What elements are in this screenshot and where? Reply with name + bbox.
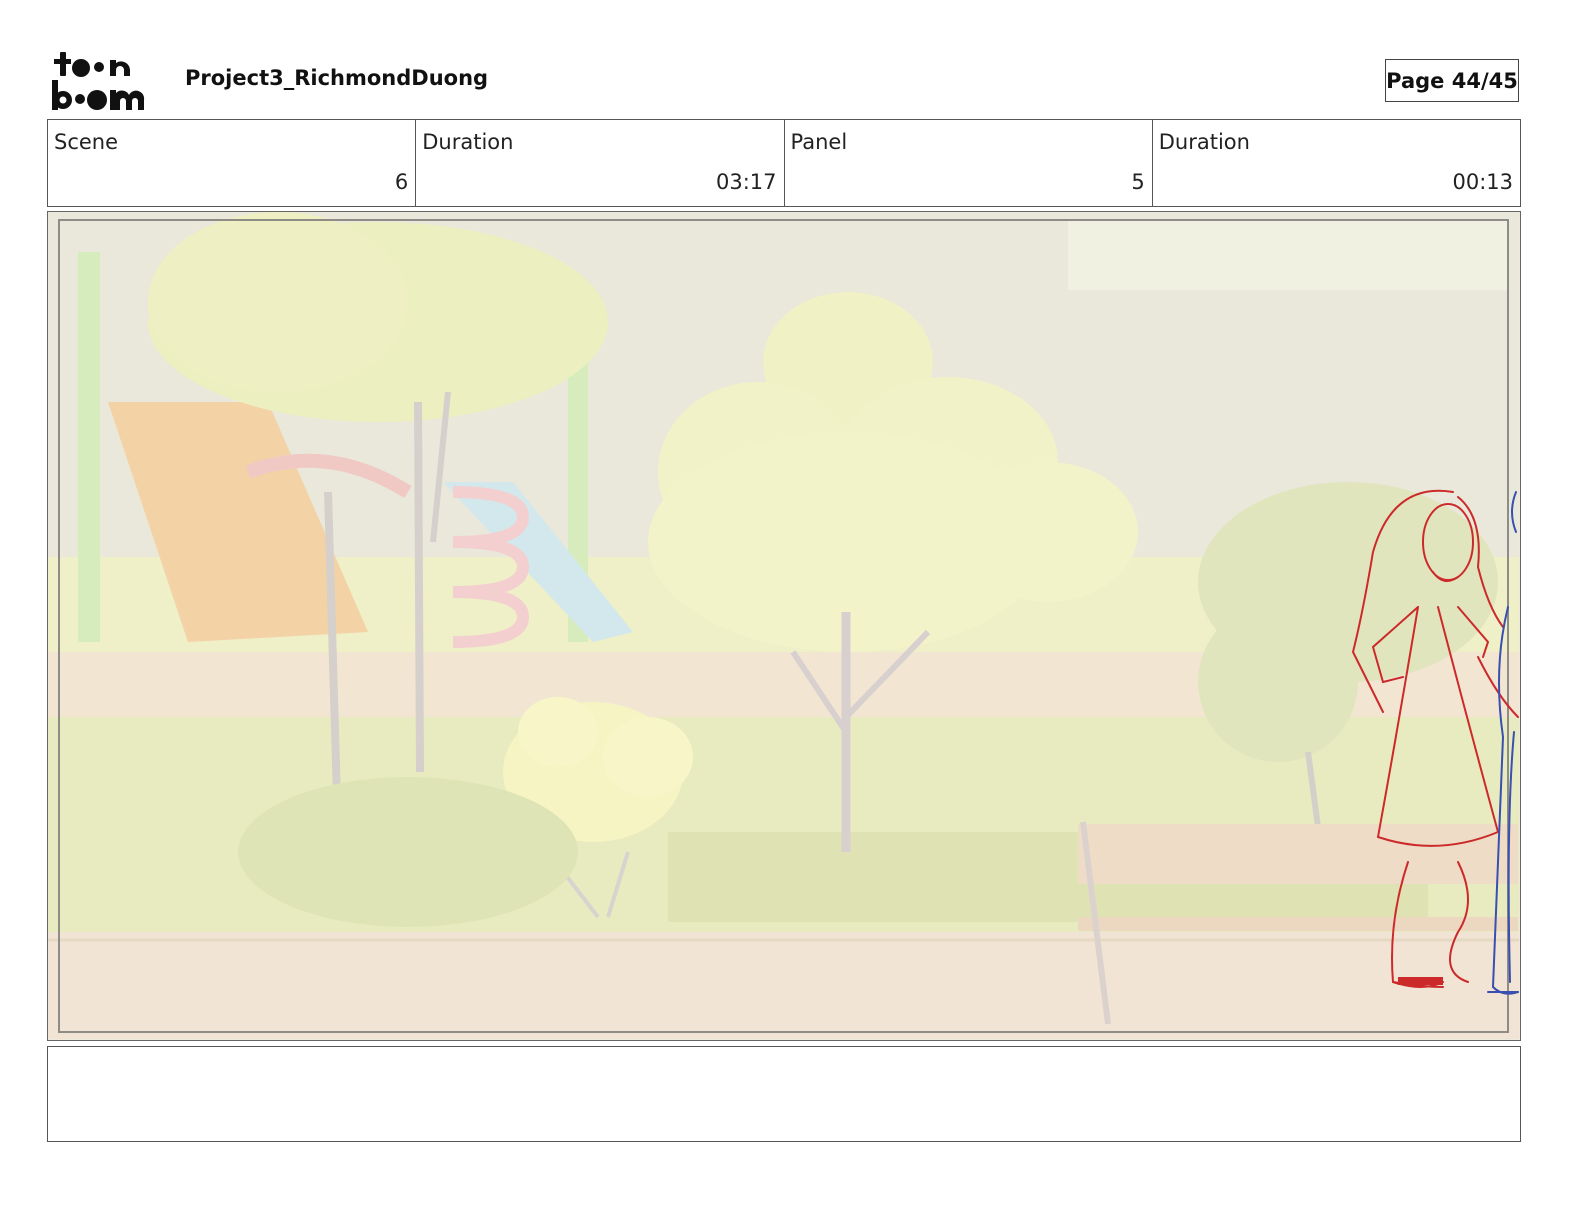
panel-duration-label: Duration <box>1158 130 1250 154</box>
scene-info-table: Scene 6 Duration 03:17 Panel 5 Duration … <box>47 119 1521 207</box>
panel-value: 5 <box>1131 170 1145 194</box>
panel-notes-box[interactable] <box>47 1046 1521 1142</box>
scene-label: Scene <box>54 130 119 154</box>
project-title: Project3_RichmondDuong <box>185 66 489 90</box>
panel-cell: Panel 5 <box>785 120 1153 206</box>
scene-cell: Scene 6 <box>48 120 417 206</box>
scene-duration-value: 03:17 <box>715 170 777 194</box>
panel-label: Panel <box>790 130 848 154</box>
storyboard-drawing <box>48 212 1519 1039</box>
page-indicator: Page 44/45 <box>1385 59 1519 102</box>
scene-value: 6 <box>394 170 409 194</box>
scene-duration-cell: Duration 03:17 <box>416 120 785 206</box>
panel-duration-cell: Duration 00:13 <box>1153 120 1520 206</box>
storyboard-panel <box>47 211 1521 1041</box>
panel-duration-value: 00:13 <box>1452 170 1513 194</box>
toonboom-logo <box>52 52 145 110</box>
scene-duration-label: Duration <box>422 130 514 154</box>
